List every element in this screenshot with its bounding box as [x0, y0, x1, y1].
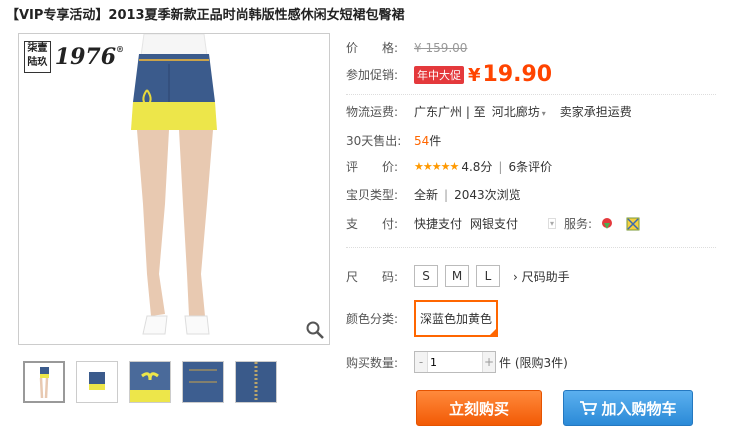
thumbnail-1[interactable]: [23, 361, 65, 403]
shipping-label: 物流运费:: [346, 105, 399, 119]
quantity-input[interactable]: [428, 353, 482, 371]
thumbnail-zipper-detail-image: [236, 362, 276, 402]
price-row: 价 格: ¥ 159.00: [346, 39, 467, 56]
shield-service-icon[interactable]: [600, 217, 614, 231]
currency-symbol: ¥: [468, 65, 481, 86]
sales-row: 30天售出: 54 件: [346, 132, 441, 149]
quantity-stepper: - +: [414, 351, 496, 373]
payment-method-express[interactable]: 快捷支付: [414, 215, 462, 232]
payment-row: 支 付: 快捷支付 网银支付 ▾ 服务:: [346, 215, 640, 232]
promo-price-value: 19.90: [482, 62, 553, 87]
type-value: 全新: [414, 188, 439, 202]
sales-count: 54: [414, 133, 430, 148]
size-row: 尺 码: S M L › 尺码助手: [346, 265, 570, 287]
quantity-plus-button[interactable]: +: [482, 352, 495, 372]
buy-now-button[interactable]: 立刻购买: [416, 390, 542, 426]
color-label: 颜色分类:: [346, 312, 399, 326]
shipping-destination: 河北廊坊: [491, 105, 540, 119]
thumbnail-5[interactable]: [235, 361, 277, 403]
shipping-note: 卖家承担运费: [559, 105, 632, 119]
quantity-minus-button[interactable]: -: [415, 352, 428, 372]
thumbnail-denim-detail-image: [183, 362, 223, 402]
thumbnail-strip: [23, 361, 288, 403]
size-helper-link[interactable]: › 尺码助手: [513, 268, 570, 285]
add-to-cart-label: 加入购物车: [601, 399, 677, 418]
add-to-cart-button[interactable]: 加入购物车: [563, 390, 693, 426]
promo-row: 参加促销: 年中大促 ¥19.90: [346, 62, 552, 87]
rating-label: 评 价:: [346, 160, 399, 174]
guarantee-service-icon[interactable]: [626, 217, 640, 231]
sales-unit: 件: [429, 134, 442, 148]
zoom-icon[interactable]: [305, 320, 325, 340]
size-option-l[interactable]: L: [476, 265, 500, 287]
divider: [346, 94, 716, 95]
sales-label: 30天售出:: [346, 134, 402, 148]
quantity-limit: 件 (限购3件): [499, 355, 568, 370]
type-row: 宝贝类型: 全新 | 2043次浏览: [346, 186, 521, 203]
cart-icon: [580, 401, 598, 415]
size-helper-text: 尺码助手: [521, 269, 570, 284]
type-label: 宝贝类型:: [346, 188, 399, 202]
rating-row: 评 价: ★★★★★ 4.8分 | 6条评价: [346, 158, 552, 175]
rating-stars: ★★★★★: [414, 160, 459, 173]
thumbnail-full-body-image: [39, 367, 49, 399]
color-row: 颜色分类: 深蓝色加黄色: [346, 300, 499, 337]
type-separator: |: [444, 187, 449, 202]
thumbnail-2[interactable]: [76, 361, 118, 403]
promo-label: 参加促销:: [346, 68, 399, 82]
divider: [346, 247, 716, 248]
color-option-selected[interactable]: 深蓝色加黄色: [414, 300, 499, 337]
payment-dropdown-icon[interactable]: ▾: [548, 218, 557, 229]
shipping-destination-select[interactable]: 河北廊坊 ▾: [492, 103, 546, 120]
product-title: 【VIP专享活动】2013夏季新款正品时尚韩版性感休闲女短裙包臀裙: [6, 8, 405, 23]
shipping-from: 广东广州 | 至: [414, 105, 486, 119]
view-count: 2043次浏览: [454, 188, 521, 202]
chevron-down-icon: ▾: [541, 109, 546, 118]
quantity-label: 购买数量:: [346, 355, 399, 370]
promo-price: ¥19.90: [468, 62, 552, 87]
thumbnail-3[interactable]: [129, 361, 171, 403]
service-label: 服务:: [564, 217, 593, 231]
rating-separator: |: [498, 159, 503, 174]
price-label: 价 格:: [346, 41, 399, 55]
size-option-m[interactable]: M: [445, 265, 469, 287]
size-option-s[interactable]: S: [414, 265, 438, 287]
buy-now-label: 立刻购买: [448, 399, 509, 418]
chevron-right-icon: ›: [513, 269, 518, 284]
reviews-link[interactable]: 6条评价: [508, 158, 552, 175]
main-product-image[interactable]: 柒壹 陆玖 1976®: [18, 33, 330, 345]
thumbnail-4[interactable]: [182, 361, 224, 403]
payment-label: 支 付:: [346, 217, 399, 231]
thumbnail-bow-detail-image: [130, 362, 170, 402]
quantity-row: 购买数量: - + 件 (限购3件): [346, 351, 568, 373]
size-label: 尺 码:: [346, 269, 399, 284]
color-option-text: 深蓝色加黄色: [420, 312, 493, 326]
original-price: ¥ 159.00: [414, 40, 468, 55]
rating-score: 4.8分: [461, 160, 493, 174]
promo-badge: 年中大促: [414, 65, 464, 84]
thumbnail-skirt-image: [89, 372, 105, 390]
selected-check-icon: [488, 327, 499, 337]
product-photo: [131, 34, 217, 335]
payment-method-bank[interactable]: 网银支付: [470, 215, 518, 232]
shipping-row: 物流运费: 广东广州 | 至 河北廊坊 ▾ 卖家承担运费: [346, 103, 632, 120]
